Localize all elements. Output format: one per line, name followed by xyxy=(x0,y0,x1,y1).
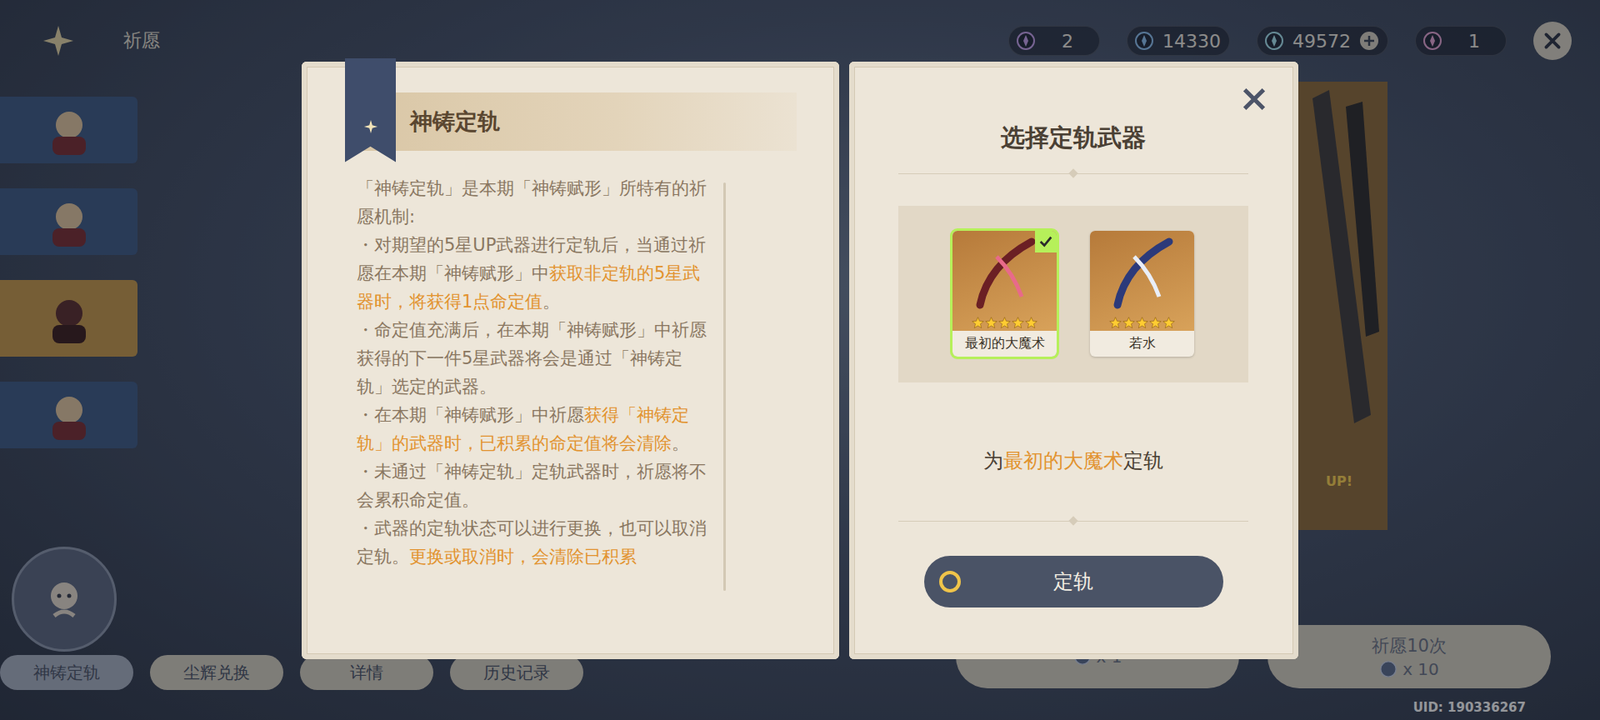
caption-weapon: 最初的大魔术 xyxy=(1003,449,1124,473)
select-title: 选择定轨武器 xyxy=(1000,121,1146,155)
rule-paragraph: ・对期望的5星UP武器进行定轨后，当通过祈愿在本期「神铸赋形」中获取非定轨的5星… xyxy=(356,230,709,316)
caption-prefix: 为 xyxy=(983,449,1004,473)
weapon-name: 若水 xyxy=(1090,330,1195,357)
star-icon xyxy=(1025,316,1038,330)
rule-paragraph: ・命定值充满后，在本期「神铸赋形」中祈愿获得的下一件5星武器将会是通过「神铸定轨… xyxy=(356,315,709,401)
divider xyxy=(898,520,1249,522)
caption-suffix: 定轨 xyxy=(1123,449,1164,473)
star-icon xyxy=(1109,316,1122,330)
bow-icon xyxy=(1100,231,1185,315)
wish-screen: 祈愿214330495721UP!神铸定轨尘辉兑换详情历史记录 x 1祈愿10次… xyxy=(0,0,1600,720)
confirm-ring-icon xyxy=(939,570,961,593)
rule-text: 更换或取消时，会清除已积累 xyxy=(409,546,637,567)
weapon-list: 最初的大魔术 若水 xyxy=(898,205,1249,383)
close-icon xyxy=(1240,85,1269,114)
rule-paragraph: 「神铸定轨」是本期「神铸赋形」所特有的祈愿机制: xyxy=(356,174,709,231)
divider xyxy=(898,173,1249,175)
star-icon xyxy=(971,316,985,330)
selected-check xyxy=(1035,230,1057,253)
rule-text: 。 xyxy=(542,291,560,312)
ribbon-star-icon xyxy=(363,119,379,135)
star-icon xyxy=(998,316,1011,330)
weapon-name: 最初的大魔术 xyxy=(952,330,1057,357)
modal-overlay: 神铸定轨「神铸定轨」是本期「神铸赋形」所特有的祈愿机制:・对期望的5星UP武器进… xyxy=(0,0,1600,720)
dialog-close-button[interactable] xyxy=(1240,85,1269,116)
bow-icon xyxy=(963,231,1047,315)
epitomized-path-dialog: 神铸定轨「神铸定轨」是本期「神铸赋形」所特有的祈愿机制:・对期望的5星UP武器进… xyxy=(301,61,1299,660)
rule-text: 「神铸定轨」是本期「神铸赋形」所特有的祈愿机制: xyxy=(356,178,707,227)
scrollbar[interactable] xyxy=(723,182,726,591)
weapon-stars xyxy=(1109,316,1175,330)
set-path-label: 定轨 xyxy=(960,568,1187,595)
star-icon xyxy=(1011,316,1025,330)
set-path-button[interactable]: 定轨 xyxy=(924,555,1224,608)
star-icon xyxy=(985,316,998,330)
rules-title-bar: 神铸定轨 xyxy=(346,92,797,151)
rule-paragraph: ・在本期「神铸赋形」中祈愿获得「神铸定轨」的武器时，已积累的命定值将会清除。 xyxy=(356,400,709,458)
weapon-image xyxy=(952,230,1057,331)
rules-title: 神铸定轨 xyxy=(410,106,500,137)
weapon-stars xyxy=(971,316,1038,330)
rule-text: ・命定值充满后，在本期「神铸赋形」中祈愿获得的下一件5星武器将会是通过「神铸定轨… xyxy=(356,320,707,397)
star-icon xyxy=(1135,316,1149,330)
weapon-card[interactable]: 若水 xyxy=(1090,230,1195,357)
check-icon xyxy=(1038,234,1054,250)
select-page: 选择定轨武器最初的大魔术若水为最初的大魔术定轨定轨 xyxy=(849,61,1300,660)
selection-caption: 为最初的大魔术定轨 xyxy=(983,447,1164,475)
rules-page: 神铸定轨「神铸定轨」是本期「神铸赋形」所特有的祈愿机制:・对期望的5星UP武器进… xyxy=(301,61,840,660)
rule-paragraph: ・未通过「神铸定轨」定轨武器时，祈愿将不会累积命定值。 xyxy=(356,457,709,515)
bookmark-ribbon xyxy=(345,58,396,163)
rule-text: 。 xyxy=(671,433,690,454)
weapon-card[interactable]: 最初的大魔术 xyxy=(952,230,1057,357)
star-icon xyxy=(1162,316,1175,330)
star-icon xyxy=(1122,316,1135,330)
star-icon xyxy=(1149,316,1162,330)
weapon-image xyxy=(1090,230,1195,331)
rules-scroll[interactable]: 「神铸定轨」是本期「神铸赋形」所特有的祈愿机制:・对期望的5星UP武器进行定轨后… xyxy=(356,174,797,591)
rule-paragraph: ・武器的定轨状态可以进行更换，也可以取消定轨。更换或取消时，会清除已积累 xyxy=(356,514,709,571)
rules-text: 「神铸定轨」是本期「神铸赋形」所特有的祈愿机制:・对期望的5星UP武器进行定轨后… xyxy=(356,174,709,591)
rule-text: ・未通过「神铸定轨」定轨武器时，祈愿将不会累积命定值。 xyxy=(356,461,707,510)
rule-text: ・在本期「神铸赋形」中祈愿 xyxy=(356,405,585,425)
